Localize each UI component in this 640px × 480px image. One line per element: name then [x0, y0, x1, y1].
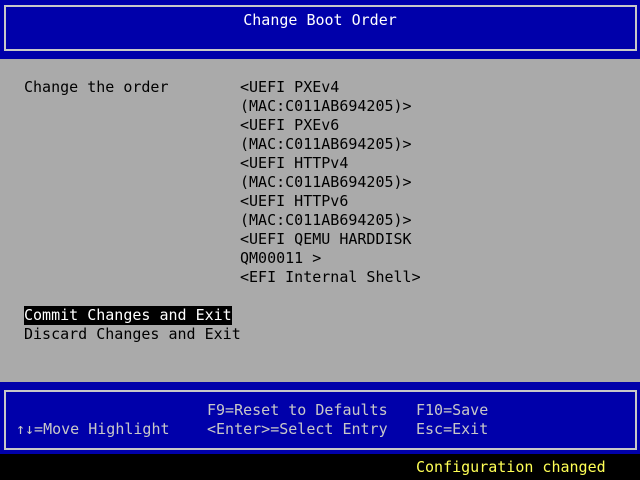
setup-form: Change the order <UEFI PXEv4 (MAC:C011AB…: [0, 59, 640, 382]
commit-changes-and-exit[interactable]: Commit Changes and Exit: [24, 306, 232, 325]
help-exit: Esc=Exit: [416, 420, 489, 438]
status-message: Configuration changed: [416, 458, 606, 476]
help-move-highlight: ↑↓=Move Highlight: [16, 420, 170, 438]
page-title: Change Boot Order: [243, 11, 397, 29]
title-bar: Change Boot Order: [0, 0, 640, 59]
boot-order-label: Change the order: [24, 78, 169, 96]
boot-entry-uefi-pxev4[interactable]: <UEFI PXEv4: [240, 78, 421, 97]
boot-entry-uefi-pxev6-mac[interactable]: (MAC:C011AB694205)>: [240, 135, 421, 154]
boot-entry-uefi-httpv4[interactable]: <UEFI HTTPv4: [240, 154, 421, 173]
help-save: F10=Save: [416, 401, 489, 419]
help-bar: F9=Reset to Defaults F10=Save ↑↓=Move Hi…: [0, 382, 640, 454]
status-bar: Configuration changed: [0, 454, 640, 480]
boot-entry-uefi-qemu-harddisk[interactable]: <UEFI QEMU HARDDISK: [240, 230, 421, 249]
boot-entry-uefi-httpv6[interactable]: <UEFI HTTPv6: [240, 192, 421, 211]
boot-entry-uefi-pxev4-mac[interactable]: (MAC:C011AB694205)>: [240, 97, 421, 116]
help-select-entry: <Enter>=Select Entry: [207, 420, 388, 438]
discard-changes-and-exit[interactable]: Discard Changes and Exit: [24, 325, 241, 344]
boot-entry-uefi-pxev6[interactable]: <UEFI PXEv6: [240, 116, 421, 135]
boot-entry-uefi-httpv6-mac[interactable]: (MAC:C011AB694205)>: [240, 211, 421, 230]
boot-entry-uefi-httpv4-mac[interactable]: (MAC:C011AB694205)>: [240, 173, 421, 192]
help-reset-defaults: F9=Reset to Defaults: [207, 401, 388, 419]
boot-order-list[interactable]: <UEFI PXEv4 (MAC:C011AB694205)> <UEFI PX…: [240, 78, 421, 287]
boot-entry-efi-internal-shell[interactable]: <EFI Internal Shell>: [240, 268, 421, 287]
boot-entry-uefi-qemu-harddisk-id[interactable]: QM00011 >: [240, 249, 421, 268]
